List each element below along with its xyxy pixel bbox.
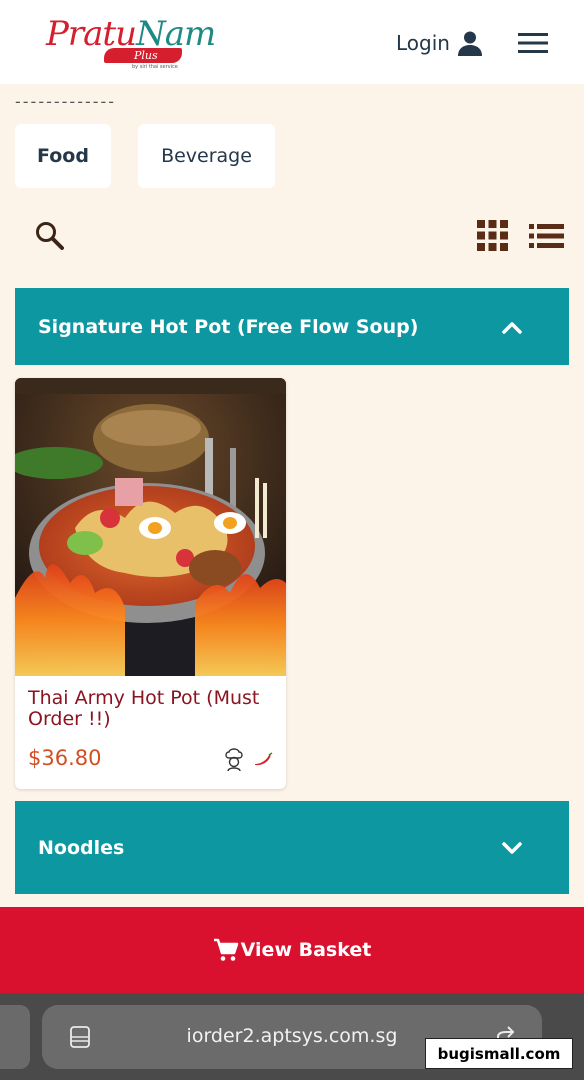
page: PratuNam Plus by siri thai service Login… <box>0 0 584 1080</box>
brand-logo[interactable]: PratuNam Plus by siri thai service <box>40 12 216 74</box>
logo-tagline: by siri thai service <box>132 64 178 70</box>
tab-beverage[interactable]: Beverage <box>138 124 275 188</box>
view-basket-button[interactable]: View Basket <box>0 907 584 993</box>
login-button[interactable]: Login <box>396 28 484 58</box>
view-basket-label: View Basket <box>240 939 372 961</box>
product-card[interactable]: Thai Army Hot Pot (Must Order !!) $36.80 <box>15 378 286 789</box>
category-title: Signature Hot Pot (Free Flow Soup) <box>38 315 419 338</box>
logo-badge: Plus <box>104 48 182 63</box>
watermark: bugismall.com <box>425 1038 573 1069</box>
tab-food[interactable]: Food <box>15 124 111 188</box>
category-header-noodles[interactable]: Noodles <box>15 801 569 894</box>
chef-icon <box>225 748 243 772</box>
previous-tab[interactable] <box>0 1005 30 1069</box>
grid-view-icon[interactable] <box>477 220 508 251</box>
category-header-signature-hot-pot[interactable]: Signature Hot Pot (Free Flow Soup) <box>15 288 569 365</box>
product-price: $36.80 <box>28 746 102 770</box>
login-label: Login <box>396 31 450 55</box>
product-image <box>15 378 286 676</box>
product-name: Thai Army Hot Pot (Must Order !!) <box>28 687 260 730</box>
divider-dashes: ------------- <box>15 92 117 111</box>
cart-icon <box>213 938 238 961</box>
user-icon <box>457 31 482 56</box>
list-view-icon[interactable] <box>529 223 564 249</box>
chevron-down-icon <box>502 841 522 854</box>
category-title: Noodles <box>38 836 125 859</box>
chili-icon <box>255 752 273 766</box>
header: PratuNam Plus by siri thai service Login <box>0 0 584 84</box>
chevron-up-icon <box>502 321 522 334</box>
search-icon[interactable] <box>34 220 66 252</box>
hamburger-menu-icon[interactable] <box>518 31 548 55</box>
